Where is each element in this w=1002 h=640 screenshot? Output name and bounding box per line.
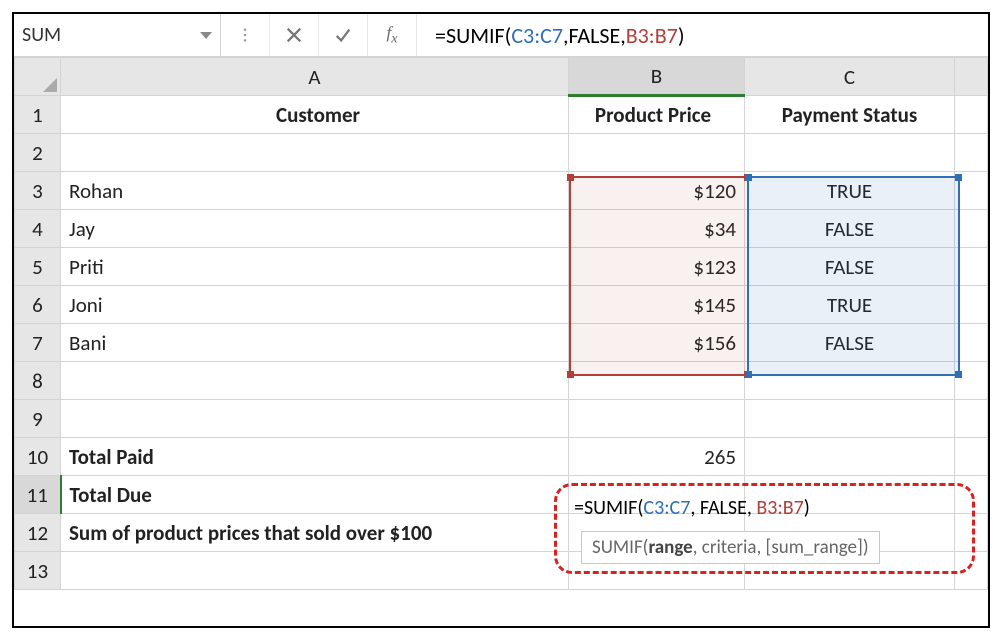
cell-C7[interactable]: FALSE [745, 324, 955, 362]
row-12[interactable]: 12 [15, 514, 61, 552]
cell-B1[interactable]: Product Price [569, 96, 745, 134]
cell-B7[interactable]: $156 [569, 324, 745, 362]
row-2[interactable]: 2 [15, 134, 61, 172]
cell-C2[interactable] [745, 134, 955, 172]
col-extra[interactable] [955, 58, 988, 96]
row-8[interactable]: 8 [15, 362, 61, 400]
cell-D8[interactable] [955, 362, 988, 400]
cell-B8[interactable] [569, 362, 745, 400]
cell-B5[interactable]: $123 [569, 248, 745, 286]
row-7[interactable]: 7 [15, 324, 61, 362]
cell-D10[interactable] [955, 438, 988, 476]
cell-D2[interactable] [955, 134, 988, 172]
col-B[interactable]: B [569, 58, 745, 96]
cell-A13[interactable] [61, 552, 569, 590]
cell-A6[interactable]: Joni [61, 286, 569, 324]
formula-bar-buttons: fx [221, 14, 417, 56]
annotation-dashed-callout [554, 483, 975, 574]
cell-D3[interactable] [955, 172, 988, 210]
formula-bar: SUM fx =SUMIF(C3:C7, FALSE, B3:B7) [14, 14, 988, 57]
cell-A1[interactable]: Customer [61, 96, 569, 134]
cell-A11[interactable]: Total Due [61, 476, 569, 514]
cell-A5[interactable]: Priti [61, 248, 569, 286]
row-11[interactable]: 11 [15, 476, 61, 514]
cell-A3[interactable]: Rohan [61, 172, 569, 210]
cell-C5[interactable]: FALSE [745, 248, 955, 286]
cell-C9[interactable] [745, 400, 955, 438]
row-1[interactable]: 1 [15, 96, 61, 134]
fx-icon[interactable]: fx [368, 14, 417, 56]
cell-B4[interactable]: $34 [569, 210, 745, 248]
cell-C3[interactable]: TRUE [745, 172, 955, 210]
cell-B6[interactable]: $145 [569, 286, 745, 324]
cell-C10[interactable] [745, 438, 955, 476]
select-all-triangle[interactable] [15, 58, 61, 96]
enter-icon[interactable] [319, 14, 368, 56]
cell-D1[interactable] [955, 96, 988, 134]
cell-A12[interactable]: Sum of product prices that sold over $10… [61, 514, 569, 552]
more-icon[interactable] [221, 14, 270, 56]
formula-input[interactable]: =SUMIF(C3:C7, FALSE, B3:B7) [417, 14, 988, 56]
cell-C1[interactable]: Payment Status [745, 96, 955, 134]
row-9[interactable]: 9 [15, 400, 61, 438]
row-6[interactable]: 6 [15, 286, 61, 324]
cell-D6[interactable] [955, 286, 988, 324]
cell-B2[interactable] [569, 134, 745, 172]
chevron-down-icon[interactable] [200, 32, 212, 39]
cell-A2[interactable] [61, 134, 569, 172]
cancel-icon[interactable] [270, 14, 319, 56]
cell-D9[interactable] [955, 400, 988, 438]
cell-D4[interactable] [955, 210, 988, 248]
row-4[interactable]: 4 [15, 210, 61, 248]
cell-C4[interactable]: FALSE [745, 210, 955, 248]
row-3[interactable]: 3 [15, 172, 61, 210]
name-box[interactable]: SUM [14, 14, 221, 56]
cell-A8[interactable] [61, 362, 569, 400]
excel-window: SUM fx =SUMIF(C3:C7, FALSE, B3:B7) [12, 12, 990, 628]
cell-D7[interactable] [955, 324, 988, 362]
worksheet[interactable]: A B C 1 Customer Product Price Payment S… [14, 57, 988, 590]
cell-A7[interactable]: Bani [61, 324, 569, 362]
cell-C8[interactable] [745, 362, 955, 400]
cell-B10[interactable]: 265 [569, 438, 745, 476]
col-C[interactable]: C [745, 58, 955, 96]
cell-B3[interactable]: $120 [569, 172, 745, 210]
cell-B9[interactable] [569, 400, 745, 438]
name-box-value: SUM [22, 23, 200, 47]
row-13[interactable]: 13 [15, 552, 61, 590]
row-10[interactable]: 10 [15, 438, 61, 476]
cell-A9[interactable] [61, 400, 569, 438]
cell-C6[interactable]: TRUE [745, 286, 955, 324]
cell-A10[interactable]: Total Paid [61, 438, 569, 476]
cell-A4[interactable]: Jay [61, 210, 569, 248]
row-5[interactable]: 5 [15, 248, 61, 286]
cell-D5[interactable] [955, 248, 988, 286]
col-A[interactable]: A [61, 58, 569, 96]
